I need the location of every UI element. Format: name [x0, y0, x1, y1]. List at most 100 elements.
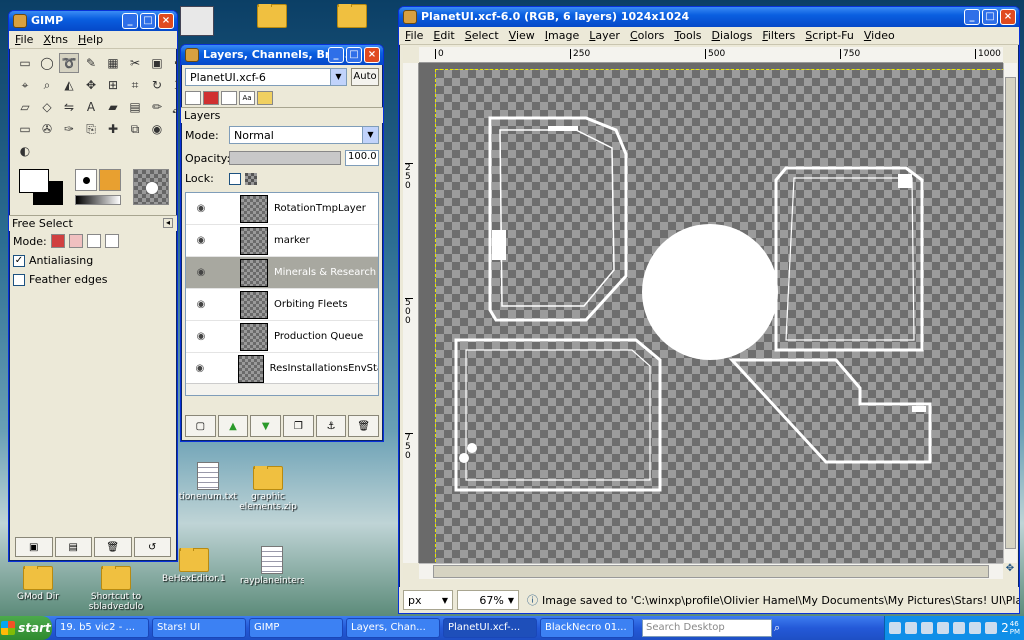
desktop-icon-folder-top1[interactable]	[240, 4, 304, 30]
image-titlebar[interactable]: PlanetUI.xcf-6.0 (RGB, 6 layers) 1024x10…	[399, 7, 1019, 27]
tray-icon[interactable]	[985, 622, 998, 634]
taskbar-button[interactable]: PlanetUI.xcf-...	[443, 618, 537, 638]
menu-tools[interactable]: Tools	[674, 27, 701, 44]
scrollbar-thumb[interactable]	[433, 565, 989, 578]
align-icon[interactable]: ⊞	[103, 75, 123, 95]
measure-icon[interactable]: ◭	[59, 75, 79, 95]
menu-filters[interactable]: Filters	[762, 27, 795, 44]
eye-icon[interactable]: ◉	[186, 203, 216, 214]
scissors-icon[interactable]: ✂	[125, 53, 145, 73]
desktop-icon-shortcut[interactable]: Shortcut to sbladvedulo	[84, 566, 148, 612]
taskbar-button[interactable]: 19. b5 vic2 - ...	[55, 618, 149, 638]
antialiasing-row[interactable]: ✓ Antialiasing	[9, 251, 177, 270]
bucket-fill-icon[interactable]: ▰	[103, 97, 123, 117]
maximize-button[interactable]: □	[982, 9, 998, 25]
eraser-icon[interactable]: ▭	[15, 119, 35, 139]
blur-icon[interactable]: ◉	[147, 119, 167, 139]
blend-icon[interactable]: ▤	[125, 97, 145, 117]
clone-icon[interactable]: ⎘	[81, 119, 101, 139]
raise-layer-button[interactable]: ▲	[217, 415, 249, 437]
foreground-select-icon[interactable]: ▣	[147, 53, 167, 73]
feather-checkbox[interactable]	[13, 273, 25, 286]
eye-icon[interactable]: ◉	[186, 235, 216, 246]
smudge-icon[interactable]: ☝	[169, 119, 177, 139]
vertical-scrollbar[interactable]	[1003, 63, 1017, 563]
horizontal-ruler[interactable]: 0 250 500 750 1000	[419, 47, 1003, 63]
scrollbar-thumb[interactable]	[1005, 77, 1016, 549]
mode-replace-button[interactable]	[50, 234, 65, 248]
opacity-slider[interactable]	[229, 151, 341, 165]
tray-icon[interactable]	[969, 622, 982, 634]
brush-preview[interactable]	[75, 169, 97, 191]
rotate-icon[interactable]: ↻	[147, 75, 167, 95]
taskbar-button[interactable]: Layers, Chan...	[346, 618, 440, 638]
perspective-icon[interactable]: ◇	[37, 97, 57, 117]
clock[interactable]: 2 46 PM	[1001, 620, 1020, 636]
shear-icon[interactable]: ▱	[15, 97, 35, 117]
menu-colors[interactable]: Colors	[630, 27, 664, 44]
menu-image[interactable]: Image	[545, 27, 579, 44]
menu-file[interactable]: File	[15, 31, 33, 48]
restore-options-button[interactable]: ▤	[54, 537, 92, 557]
pencil-icon[interactable]: ✏	[147, 97, 167, 117]
mode-intersect-button[interactable]	[104, 234, 119, 248]
zoom-icon[interactable]: ⌕	[37, 75, 57, 95]
lower-layer-button[interactable]: ▼	[250, 415, 282, 437]
delete-options-button[interactable]: 🗑	[94, 537, 132, 557]
zoom-select[interactable]: 67% ▼	[457, 590, 519, 610]
delete-layer-button[interactable]: 🗑	[348, 415, 380, 437]
menu-xtns[interactable]: Xtns	[43, 31, 68, 48]
desktop-icon-zip[interactable]: graphic elements.zip	[236, 466, 300, 512]
tab-patterns[interactable]	[257, 91, 273, 105]
pattern-preview[interactable]	[99, 169, 121, 191]
mode-subtract-button[interactable]	[86, 234, 101, 248]
color-picker-icon[interactable]: ⌖	[15, 75, 35, 95]
move-icon[interactable]: ✥	[81, 75, 101, 95]
eye-icon[interactable]: ◉	[186, 331, 216, 342]
layers-titlebar[interactable]: Layers, Channels, Brus... _ □ ×	[181, 45, 383, 65]
close-button[interactable]: ×	[158, 13, 174, 29]
antialiasing-checkbox[interactable]: ✓	[13, 254, 25, 267]
image-canvas[interactable]	[435, 69, 1003, 563]
opacity-value-field[interactable]: 100.0	[345, 150, 379, 166]
maximize-button[interactable]: □	[346, 47, 362, 63]
text-icon[interactable]: A	[81, 97, 101, 117]
navigate-icon[interactable]: ✥	[1003, 563, 1017, 579]
paintbrush-icon[interactable]: 🖌	[169, 97, 177, 117]
menu-help[interactable]: Help	[78, 31, 103, 48]
desktop-icon-rayplane[interactable]: rayplaneintersec...	[240, 546, 304, 586]
perspective-clone-icon[interactable]: ⧉	[125, 119, 145, 139]
reset-options-button[interactable]: ↺	[133, 537, 171, 557]
menu-layer[interactable]: Layer	[589, 27, 620, 44]
fuzzy-select-icon[interactable]: ✎	[81, 53, 101, 73]
horizontal-scrollbar[interactable]	[419, 563, 1003, 579]
layer-row[interactable]: ◉ marker	[186, 225, 378, 257]
layer-row[interactable]: ◉ Production Queue	[186, 321, 378, 353]
maximize-button[interactable]: □	[140, 13, 156, 29]
minimize-button[interactable]: _	[122, 13, 138, 29]
minimize-button[interactable]: _	[964, 9, 980, 25]
canvas-area[interactable]	[419, 63, 1003, 563]
dodge-icon[interactable]: ◐	[15, 141, 35, 161]
tab-brushes[interactable]	[221, 91, 237, 105]
layer-row[interactable]: ◉ RotationTmpLayer	[186, 193, 378, 225]
toolbox-titlebar[interactable]: GIMP _ □ ×	[9, 11, 177, 31]
taskbar-button[interactable]: Stars! UI	[152, 618, 246, 638]
search-icon[interactable]: ⌕	[774, 621, 780, 635]
menu-file[interactable]: File	[405, 27, 423, 44]
menu-dialogs[interactable]: Dialogs	[712, 27, 753, 44]
tray-icon[interactable]	[905, 622, 918, 634]
unit-select[interactable]: px ▼	[403, 590, 453, 610]
anchor-layer-button[interactable]: ⚓	[315, 415, 347, 437]
save-options-button[interactable]: ▣	[15, 537, 53, 557]
ellipse-select-icon[interactable]: ◯	[37, 53, 57, 73]
crop-icon[interactable]: ⌗	[125, 75, 145, 95]
taskbar-button[interactable]: BlackNecro 01...	[540, 618, 634, 638]
panel-menu-icon[interactable]: ◂	[163, 218, 173, 228]
eye-icon[interactable]: ◉	[186, 267, 216, 278]
eye-icon[interactable]: ◉	[186, 299, 216, 310]
heal-icon[interactable]: ✚	[103, 119, 123, 139]
menu-edit[interactable]: Edit	[433, 27, 454, 44]
tray-icon[interactable]	[921, 622, 934, 634]
search-desktop-input[interactable]: Search Desktop	[642, 619, 772, 637]
